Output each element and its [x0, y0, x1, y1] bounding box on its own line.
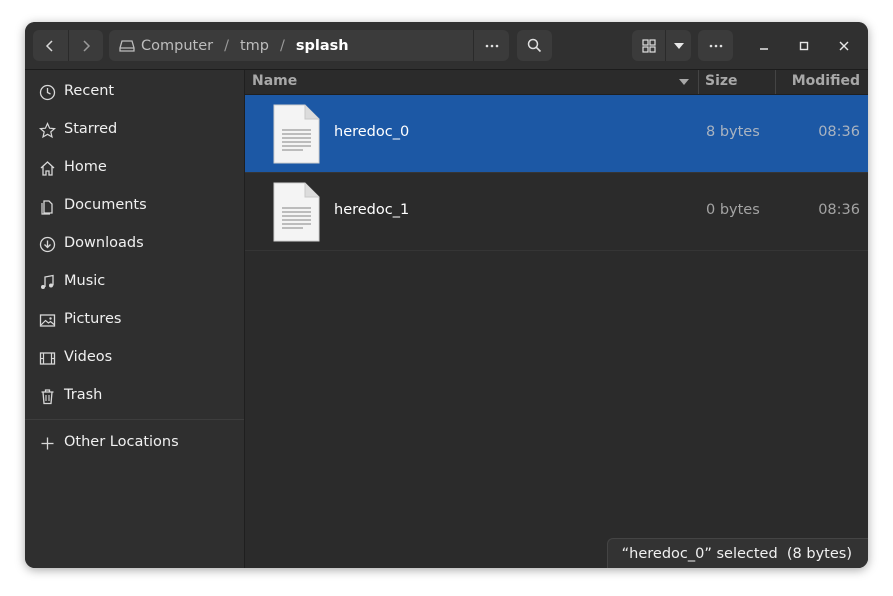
- minimize-button[interactable]: [754, 36, 774, 56]
- grid-icon: [641, 38, 656, 53]
- search-button[interactable]: [517, 30, 552, 61]
- sidebar-item-label: Pictures: [64, 311, 122, 327]
- navigation-buttons: [33, 30, 103, 61]
- back-button[interactable]: [33, 30, 68, 61]
- file-list-view: Name Size Modified heredoc_0 8 bytes 08:…: [245, 70, 868, 568]
- music-icon: [41, 274, 54, 289]
- file-modified: 08:36: [818, 124, 860, 140]
- sidebar-item-downloads[interactable]: Downloads: [25, 225, 244, 263]
- file-name: heredoc_0: [334, 124, 410, 140]
- path-separator: /: [280, 37, 285, 54]
- download-icon: [39, 236, 56, 253]
- caret-down-icon: [673, 42, 684, 49]
- sidebar-item-pictures[interactable]: Pictures: [25, 301, 244, 339]
- maximize-icon: [799, 41, 809, 51]
- breadcrumb-label: Computer: [141, 37, 214, 54]
- ellipsis-icon: [485, 44, 498, 47]
- column-header-modified[interactable]: Modified: [792, 73, 860, 89]
- sidebar-item-videos[interactable]: Videos: [25, 339, 244, 377]
- document-icon: [41, 200, 53, 215]
- view-options-dropdown[interactable]: [666, 30, 691, 61]
- breadcrumb-splash[interactable]: splash: [296, 38, 349, 54]
- star-icon: [39, 122, 56, 139]
- maximize-button[interactable]: [794, 36, 814, 56]
- grid-view-button[interactable]: [632, 30, 666, 61]
- drive-icon: [119, 39, 135, 52]
- file-size: 8 bytes: [706, 124, 760, 140]
- picture-icon: [39, 314, 56, 327]
- text-file-icon: [273, 104, 320, 164]
- file-modified: 08:36: [818, 202, 860, 218]
- main-menu-button[interactable]: [698, 30, 733, 61]
- sidebar-item-label: Documents: [64, 197, 147, 213]
- status-bar: “heredoc_0” selected (8 bytes): [606, 538, 868, 568]
- sidebar-item-documents[interactable]: Documents: [25, 187, 244, 225]
- breadcrumb-label: tmp: [239, 37, 269, 54]
- sidebar-item-other-locations[interactable]: Other Locations: [25, 424, 244, 462]
- close-icon: [839, 41, 849, 51]
- sidebar-item-music[interactable]: Music: [25, 263, 244, 301]
- path-separator: /: [224, 37, 229, 54]
- sidebar-item-starred[interactable]: Starred: [25, 111, 244, 149]
- header-bar: Computer / tmp / splash: [25, 22, 868, 70]
- text-file-icon: [273, 182, 320, 242]
- close-button[interactable]: [834, 36, 854, 56]
- column-divider: [698, 70, 699, 94]
- search-icon: [527, 38, 542, 53]
- clock-icon: [39, 84, 56, 101]
- sidebar-divider: [25, 419, 244, 420]
- chevron-left-icon: [46, 39, 53, 52]
- trash-icon: [41, 389, 54, 405]
- column-headers: Name Size Modified: [245, 70, 868, 95]
- column-header-size[interactable]: Size: [705, 73, 738, 89]
- sidebar-item-label: Starred: [64, 121, 118, 137]
- breadcrumb-computer[interactable]: Computer: [119, 38, 213, 54]
- view-buttons: [632, 30, 691, 61]
- file-name: heredoc_1: [334, 202, 410, 218]
- file-manager-window: Computer / tmp / splash Recent Starred H…: [25, 22, 868, 568]
- forward-button[interactable]: [67, 30, 104, 61]
- column-header-name[interactable]: Name: [252, 73, 297, 89]
- breadcrumb-tmp[interactable]: tmp: [240, 38, 269, 54]
- path-menu-button[interactable]: [473, 30, 509, 61]
- video-icon: [39, 352, 56, 365]
- sidebar-item-label: Videos: [64, 349, 113, 365]
- sidebar-item-label: Other Locations: [64, 434, 179, 450]
- path-bar: Computer / tmp / splash: [109, 30, 509, 61]
- minimize-icon: [760, 48, 768, 50]
- plus-icon: [41, 437, 54, 450]
- ellipsis-icon: [709, 44, 722, 47]
- sidebar-item-label: Recent: [64, 83, 115, 99]
- file-row-heredoc-0[interactable]: heredoc_0 8 bytes 08:36: [245, 95, 868, 173]
- sidebar-item-label: Home: [64, 159, 107, 175]
- status-text: “heredoc_0” selected (8 bytes): [621, 545, 852, 562]
- sort-descending-icon: [679, 79, 689, 85]
- sidebar-item-recent[interactable]: Recent: [25, 73, 244, 111]
- chevron-right-icon: [83, 39, 90, 52]
- sidebar-item-home[interactable]: Home: [25, 149, 244, 187]
- sidebar: Recent Starred Home Documents Downloads …: [25, 70, 245, 568]
- home-icon: [40, 161, 55, 176]
- breadcrumb-label: splash: [295, 37, 349, 54]
- sidebar-item-label: Music: [64, 273, 106, 289]
- column-divider: [775, 70, 776, 94]
- sidebar-item-label: Downloads: [64, 235, 144, 251]
- file-row-heredoc-1[interactable]: heredoc_1 0 bytes 08:36: [245, 173, 868, 251]
- file-size: 0 bytes: [706, 202, 760, 218]
- sidebar-item-label: Trash: [64, 387, 103, 403]
- sidebar-item-trash[interactable]: Trash: [25, 377, 244, 415]
